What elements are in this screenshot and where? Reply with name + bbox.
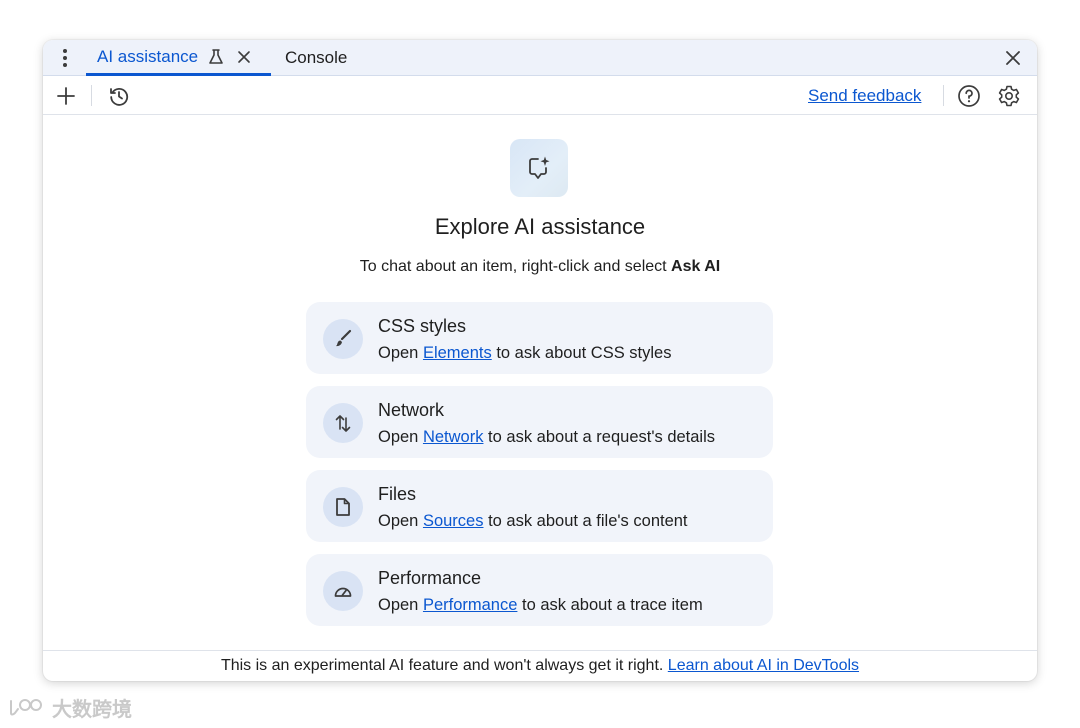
toolbar: Send feedback [43, 76, 1037, 115]
card-desc-prefix: Open [378, 428, 423, 446]
devtools-window: AI assistance Console Send feedback Expl… [43, 40, 1037, 681]
card-title: Performance [378, 568, 482, 588]
file-icon [323, 487, 363, 527]
tab-ai-assistance[interactable]: AI assistance [86, 40, 271, 76]
card-description: Open Sources to ask about a file's conte… [378, 512, 688, 531]
experiment-flask-icon [209, 48, 223, 64]
subtitle-text: To chat about an item, right-click and s… [359, 258, 672, 275]
card-css-styles: CSS styles Open Elements to ask about CS… [306, 302, 773, 374]
card-desc-suffix: to ask about CSS styles [491, 344, 672, 362]
card-title: CSS styles [378, 316, 467, 336]
card-desc-prefix: Open [378, 512, 423, 530]
card-title: Network [378, 400, 445, 420]
ai-chat-spark-icon [510, 139, 568, 197]
card-desc-suffix: to ask about a request's details [483, 428, 716, 446]
tab-console[interactable]: Console [285, 40, 347, 76]
card-network: Network Open Network to ask about a requ… [306, 386, 773, 458]
speedometer-icon [323, 571, 363, 611]
paintbrush-icon [323, 319, 363, 359]
send-feedback-link[interactable]: Send feedback [808, 86, 921, 106]
card-desc-suffix: to ask about a trace item [517, 596, 703, 614]
tab-bar: AI assistance Console [43, 40, 1037, 76]
page-subtitle: To chat about an item, right-click and s… [43, 258, 1037, 276]
new-chat-plus-icon[interactable] [55, 85, 77, 107]
elements-link[interactable]: Elements [423, 344, 492, 362]
card-description: Open Network to ask about a request's de… [378, 428, 715, 447]
chat-spark-glyph-icon [529, 156, 550, 179]
performance-link[interactable]: Performance [423, 596, 517, 614]
disclaimer-text: This is an experimental AI feature and w… [220, 657, 668, 674]
card-performance: Performance Open Performance to ask abou… [306, 554, 773, 626]
watermark-text: 大数跨境 [52, 698, 132, 721]
more-options-icon[interactable] [57, 47, 73, 69]
history-icon[interactable] [108, 85, 130, 107]
card-description: Open Elements to ask about CSS styles [378, 344, 672, 363]
card-files: Files Open Sources to ask about a file's… [306, 470, 773, 542]
watermark: 大数跨境 [8, 692, 132, 722]
toolbar-divider [91, 85, 92, 106]
card-desc-prefix: Open [378, 596, 423, 614]
tab-ai-assistance-label: AI assistance [97, 46, 199, 66]
up-down-arrows-icon [323, 403, 363, 443]
sources-link[interactable]: Sources [423, 512, 484, 530]
subtitle-ask-ai: Ask AI [671, 258, 721, 275]
settings-gear-icon[interactable] [997, 84, 1021, 108]
toolbar-divider-right [943, 85, 944, 106]
tab-console-label: Console [285, 48, 348, 67]
close-tab-icon[interactable] [236, 49, 252, 65]
card-description: Open Performance to ask about a trace it… [378, 596, 703, 615]
card-title: Files [378, 484, 417, 504]
learn-about-ai-link[interactable]: Learn about AI in DevTools [668, 657, 859, 674]
card-desc-prefix: Open [378, 344, 423, 362]
watermark-logo-icon [10, 699, 42, 716]
disclaimer-footer: This is an experimental AI feature and w… [43, 650, 1037, 681]
card-desc-suffix: to ask about a file's content [483, 512, 688, 530]
network-link[interactable]: Network [423, 428, 484, 446]
close-panel-icon[interactable] [1003, 48, 1023, 68]
help-icon[interactable] [957, 84, 981, 108]
page-title: Explore AI assistance [434, 214, 646, 239]
